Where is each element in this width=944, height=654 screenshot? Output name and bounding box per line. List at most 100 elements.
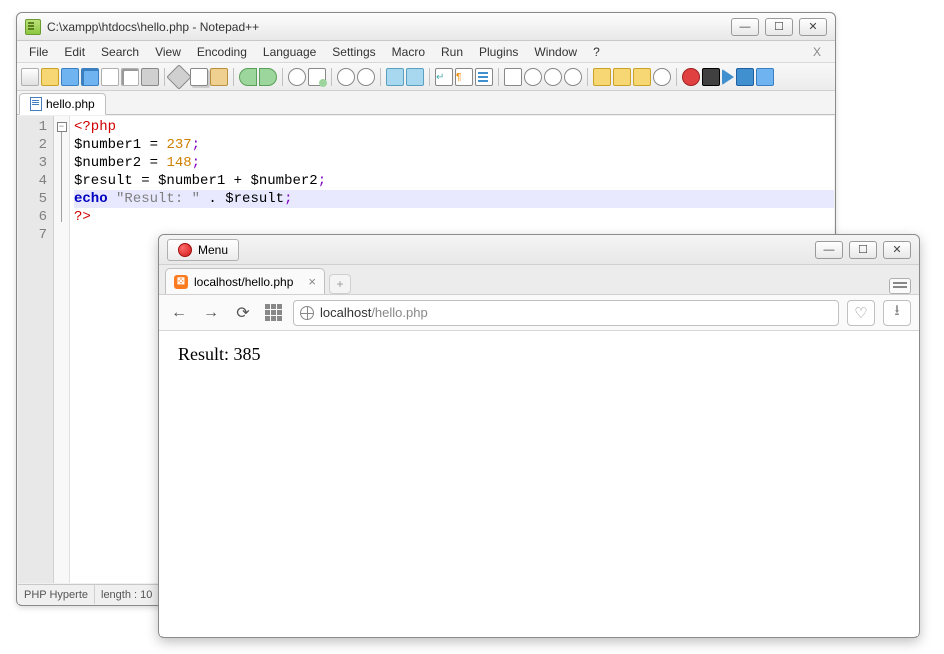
menu-plugins[interactable]: Plugins xyxy=(471,43,526,61)
minimize-button[interactable]: — xyxy=(731,18,759,36)
indent-guide-icon[interactable] xyxy=(475,68,493,86)
word-wrap-icon[interactable] xyxy=(435,68,453,86)
speed-dial-icon[interactable] xyxy=(263,302,285,324)
close-button[interactable]: ✕ xyxy=(883,241,911,259)
forward-button[interactable]: → xyxy=(199,301,223,325)
monitoring-icon[interactable] xyxy=(653,68,671,86)
save-icon[interactable] xyxy=(61,68,79,86)
tab-menu-icon[interactable] xyxy=(889,278,911,294)
line-number: 5 xyxy=(18,190,47,208)
tab-close-icon[interactable]: × xyxy=(308,274,316,289)
menu-edit[interactable]: Edit xyxy=(56,43,93,61)
line-number-gutter: 1 2 3 4 5 6 7 xyxy=(18,116,54,583)
notepadpp-title: C:\xampp\htdocs\hello.php - Notepad++ xyxy=(47,20,731,34)
menu-macro[interactable]: Macro xyxy=(384,43,433,61)
opera-window: Menu — ☐ ✕ ⊠ localhost/hello.php × + ← →… xyxy=(158,234,920,638)
menu-file[interactable]: File xyxy=(21,43,56,61)
line-number: 2 xyxy=(18,136,47,154)
maximize-button[interactable]: ☐ xyxy=(765,18,793,36)
menu-settings[interactable]: Settings xyxy=(324,43,383,61)
page-content: Result: 385 xyxy=(160,332,918,636)
toolbar-separator xyxy=(676,68,677,86)
close-all-icon[interactable] xyxy=(121,68,139,86)
fold-gutter: − xyxy=(54,116,70,583)
reload-button[interactable]: ⟳ xyxy=(231,301,255,325)
line-number: 7 xyxy=(18,226,47,244)
url-text: localhost/hello.php xyxy=(320,305,428,320)
code-line-5: echo "Result: " . $result; xyxy=(74,190,834,208)
menu-encoding[interactable]: Encoding xyxy=(189,43,255,61)
zoom-out-icon[interactable] xyxy=(357,68,375,86)
folder-workspace-icon[interactable] xyxy=(633,68,651,86)
tab-label: hello.php xyxy=(46,97,95,111)
code-line-6: ?> xyxy=(74,208,834,226)
xampp-favicon-icon: ⊠ xyxy=(174,275,188,289)
fold-toggle-icon[interactable]: − xyxy=(57,122,67,132)
menu-run[interactable]: Run xyxy=(433,43,471,61)
notepadpp-toolbar xyxy=(17,63,835,91)
code-line-1: <?php xyxy=(74,118,834,136)
menu-help[interactable]: ? xyxy=(585,43,608,61)
fold-all-icon[interactable] xyxy=(524,68,542,86)
play-macro-multi-icon[interactable] xyxy=(736,68,754,86)
new-file-icon[interactable] xyxy=(21,68,39,86)
minimize-button[interactable]: — xyxy=(815,241,843,259)
notepadpp-menubar: File Edit Search View Encoding Language … xyxy=(17,41,835,63)
save-macro-icon[interactable] xyxy=(756,68,774,86)
tab-localhost-hello[interactable]: ⊠ localhost/hello.php × xyxy=(165,268,325,294)
site-info-icon[interactable] xyxy=(300,306,314,320)
find-icon[interactable] xyxy=(288,68,306,86)
tab-title: localhost/hello.php xyxy=(194,275,293,289)
address-bar[interactable]: localhost/hello.php xyxy=(293,300,839,326)
opera-menu-button[interactable]: Menu xyxy=(167,239,239,261)
print-icon[interactable] xyxy=(141,68,159,86)
downloads-icon[interactable]: ⭳ xyxy=(883,300,911,326)
menu-window[interactable]: Window xyxy=(526,43,585,61)
opera-titlebar: Menu — ☐ ✕ xyxy=(159,235,919,265)
stop-macro-icon[interactable] xyxy=(702,68,720,86)
line-number: 4 xyxy=(18,172,47,190)
undo-icon[interactable] xyxy=(239,68,257,86)
toolbar-separator xyxy=(380,68,381,86)
close-button[interactable]: ✕ xyxy=(799,18,827,36)
paste-icon[interactable] xyxy=(210,68,228,86)
play-macro-icon[interactable] xyxy=(722,69,734,85)
line-number: 6 xyxy=(18,208,47,226)
tab-hello-php[interactable]: hello.php xyxy=(19,93,106,115)
user-lang-icon[interactable] xyxy=(504,68,522,86)
notepadpp-window-controls: — ☐ ✕ xyxy=(731,18,827,36)
toolbar-separator xyxy=(282,68,283,86)
record-macro-icon[interactable] xyxy=(682,68,700,86)
close-file-icon[interactable] xyxy=(101,68,119,86)
menu-view[interactable]: View xyxy=(147,43,189,61)
doc-map-icon[interactable] xyxy=(593,68,611,86)
unfold-all-icon[interactable] xyxy=(544,68,562,86)
sync-scroll-h-icon[interactable] xyxy=(406,68,424,86)
menu-search[interactable]: Search xyxy=(93,43,147,61)
opera-toolbar: ← → ⟳ localhost/hello.php ♡ ⭳ xyxy=(159,295,919,331)
menubar-close-button[interactable]: X xyxy=(803,43,831,61)
file-icon xyxy=(30,97,42,111)
code-line-2: $number1 = 237; xyxy=(74,136,834,154)
toolbar-separator xyxy=(164,68,165,86)
new-tab-button[interactable]: + xyxy=(329,274,351,294)
toolbar-separator xyxy=(429,68,430,86)
fold-current-icon[interactable] xyxy=(564,68,582,86)
show-invisibles-icon[interactable] xyxy=(455,68,473,86)
notepadpp-titlebar: C:\xampp\htdocs\hello.php - Notepad++ — … xyxy=(17,13,835,41)
maximize-button[interactable]: ☐ xyxy=(849,241,877,259)
copy-icon[interactable] xyxy=(190,68,208,86)
status-language: PHP Hyperte xyxy=(18,585,95,604)
menu-language[interactable]: Language xyxy=(255,43,324,61)
bookmark-heart-icon[interactable]: ♡ xyxy=(847,300,875,326)
redo-icon[interactable] xyxy=(259,68,277,86)
func-list-icon[interactable] xyxy=(613,68,631,86)
zoom-in-icon[interactable] xyxy=(337,68,355,86)
open-file-icon[interactable] xyxy=(41,68,59,86)
status-length: length : 10 xyxy=(95,585,159,604)
save-all-icon[interactable] xyxy=(81,68,99,86)
replace-icon[interactable] xyxy=(308,68,326,86)
back-button[interactable]: ← xyxy=(167,301,191,325)
cut-icon[interactable] xyxy=(166,64,191,89)
sync-scroll-icon[interactable] xyxy=(386,68,404,86)
